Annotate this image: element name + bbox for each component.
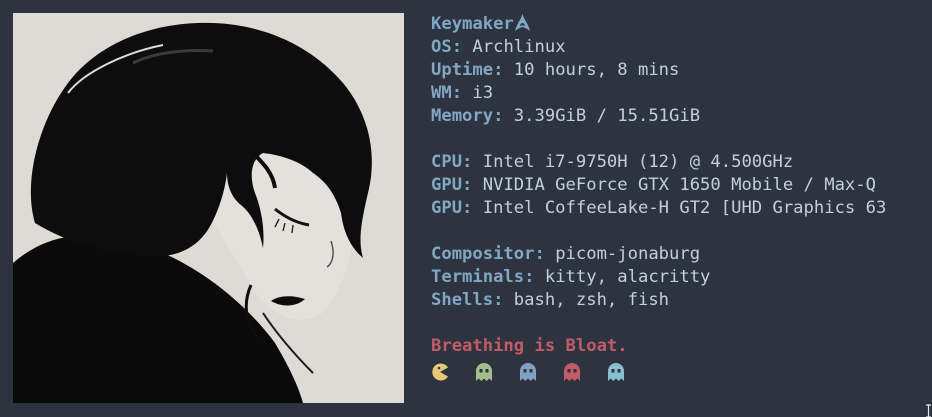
- info-key: WM: [431, 83, 452, 103]
- info-value: Intel i7-9750H (12) @ 4.500GHz: [482, 152, 794, 172]
- info-row-gpu-intel: GPU: Intel CoffeeLake-H GT2 [UHD Graphic…: [431, 197, 926, 220]
- info-separator: :: [524, 267, 545, 287]
- info-value: Archlinux: [472, 37, 566, 57]
- text-cursor-icon: [925, 403, 932, 417]
- info-key: Shells: [431, 290, 494, 310]
- info-value: 3.39GiB / 15.51GiB: [513, 106, 701, 126]
- info-value: i3: [472, 83, 494, 103]
- info-value: kitty, alacritty: [544, 267, 711, 287]
- info-value: NVIDIA GeForce GTX 1650 Mobile / Max-Q: [482, 175, 876, 195]
- info-separator: :: [493, 106, 514, 126]
- pacman-icon: [431, 363, 449, 381]
- info-separator: :: [462, 198, 483, 218]
- info-value: 10 hours, 8 mins: [513, 60, 680, 80]
- info-key: Compositor: [431, 244, 535, 264]
- ghost-icon: [563, 363, 581, 381]
- info-separator: :: [534, 244, 556, 264]
- hostname: Keymaker: [431, 14, 514, 34]
- ghost-icon: [519, 363, 537, 381]
- info-key: Memory: [431, 106, 494, 126]
- info-row-compositor: Compositor: picom-jonaburg: [431, 243, 926, 266]
- arch-linux-icon: [514, 14, 530, 38]
- info-value: Intel CoffeeLake-H GT2 [UHD Graphics 63: [482, 198, 887, 218]
- motto-row: Breathing is Bloat.: [431, 335, 926, 358]
- glyph-row: [431, 360, 926, 384]
- info-value: picom-jonaburg: [555, 244, 701, 264]
- ghost-icon: [607, 363, 625, 381]
- info-row-cpu: CPU: Intel i7-9750H (12) @ 4.500GHz: [431, 151, 926, 174]
- info-value: bash, zsh, fish: [513, 290, 670, 310]
- info-row-uptime: Uptime: 10 hours, 8 mins: [431, 59, 926, 82]
- info-key: CPU: [431, 152, 463, 172]
- info-key: Terminals: [431, 267, 525, 287]
- info-separator: :: [451, 83, 473, 103]
- info-key: GPU: [431, 175, 463, 195]
- info-separator: :: [493, 290, 514, 310]
- info-separator: :: [493, 60, 514, 80]
- info-row-terminals: Terminals: kitty, alacritty: [431, 266, 926, 289]
- portrait-illustration: [13, 13, 404, 403]
- info-key: OS: [431, 37, 452, 57]
- info-separator: :: [462, 175, 483, 195]
- info-key: GPU: [431, 198, 463, 218]
- portrait-artwork: [13, 13, 404, 403]
- info-row-memory: Memory: 3.39GiB / 15.51GiB: [431, 105, 926, 128]
- info-header: Keymaker: [431, 13, 926, 36]
- info-row-wm: WM: i3: [431, 82, 926, 105]
- info-row-os: OS: Archlinux: [431, 36, 926, 59]
- info-row-gpu-nvidia: GPU: NVIDIA GeForce GTX 1650 Mobile / Ma…: [431, 174, 926, 197]
- motto-text: Breathing is Bloat.: [431, 336, 628, 356]
- info-separator: :: [451, 37, 473, 57]
- ghost-icon: [475, 363, 493, 381]
- info-key: Uptime: [431, 60, 494, 80]
- info-separator: :: [462, 152, 483, 172]
- system-info-panel: Keymaker OS: Archlinux Uptime: 10 hours,…: [431, 13, 926, 384]
- info-row-shells: Shells: bash, zsh, fish: [431, 289, 926, 312]
